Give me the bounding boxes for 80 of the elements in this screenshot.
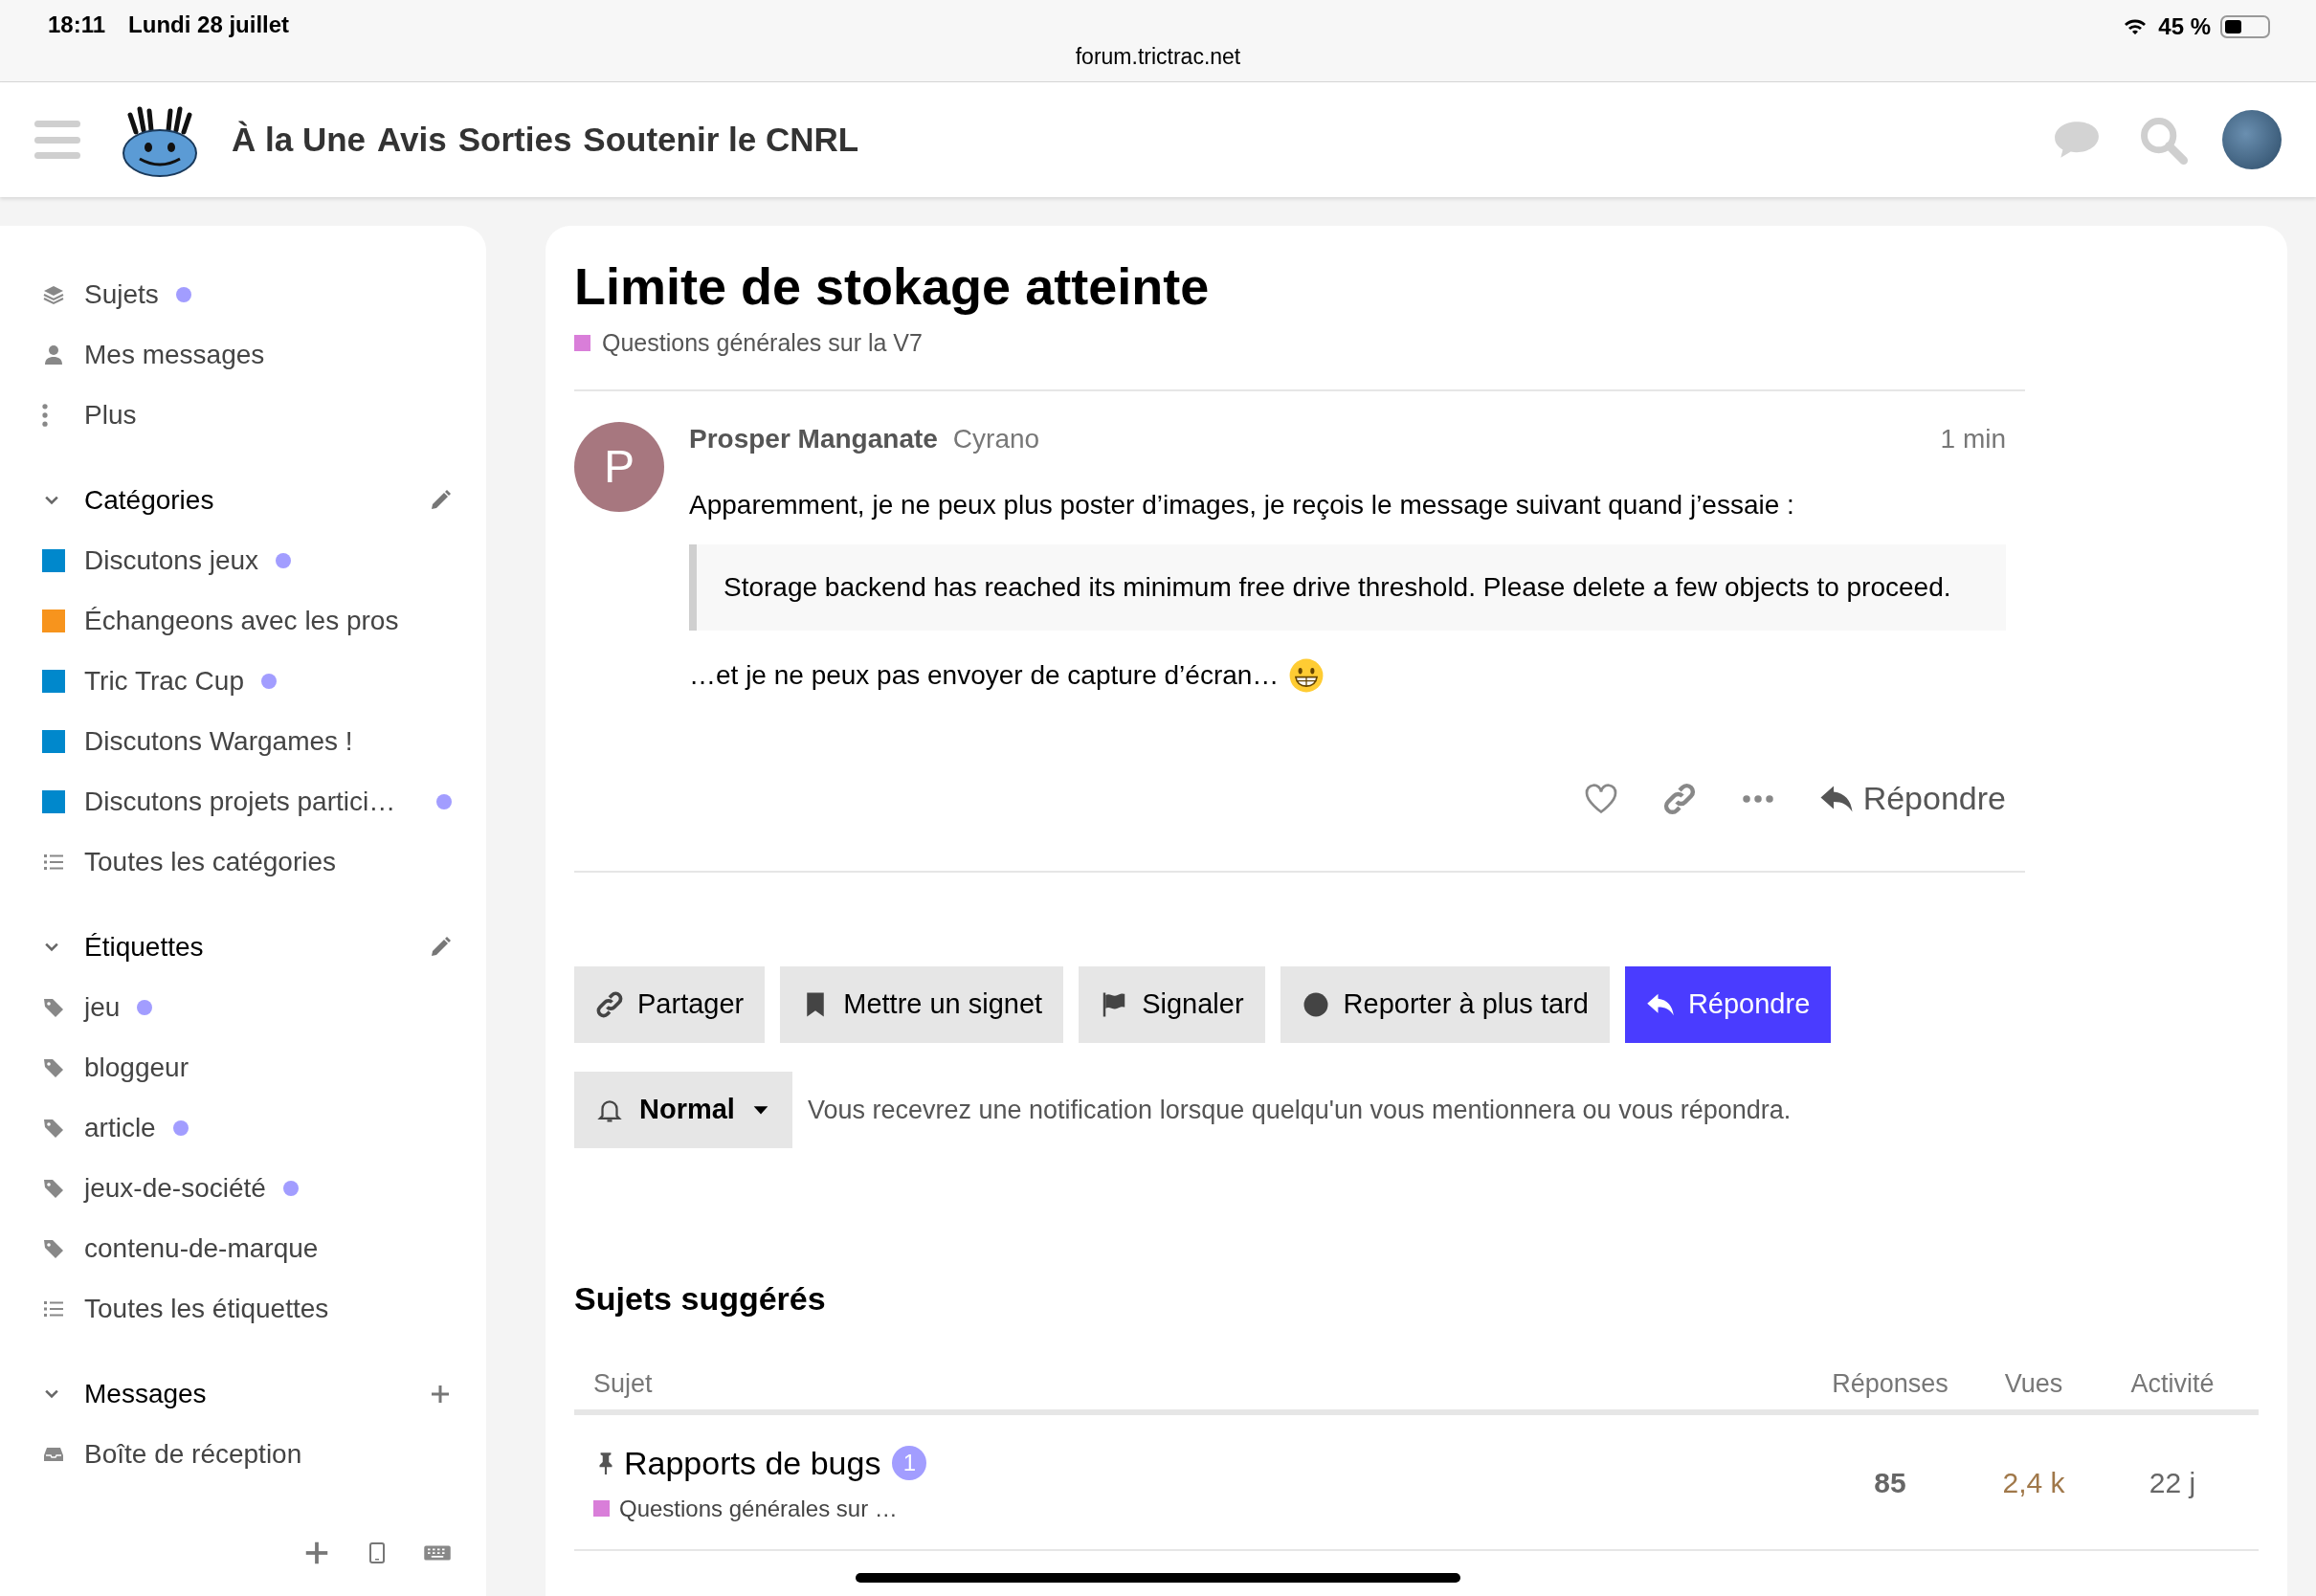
- pencil-icon[interactable]: [429, 488, 452, 512]
- person-icon: [42, 343, 65, 366]
- topic-title: Limite de stokage atteinte: [574, 256, 1211, 317]
- post-text: Apparemment, je ne peux plus poster d’images, je reçois le message suivant quand j’essaie :: [689, 489, 1795, 521]
- category-link[interactable]: Questions générales sur …: [619, 1491, 898, 1526]
- sidebar-item-label: Boîte de réception: [84, 1437, 302, 1471]
- later-button[interactable]: Reporter à plus tard: [1280, 966, 1610, 1043]
- sidebar-item-label: Plus: [84, 398, 137, 432]
- reply-button[interactable]: Répondre: [1624, 966, 1832, 1043]
- sidebar-item[interactable]: Boîte de réception: [0, 1424, 486, 1484]
- sidebar-item-label: contenu-de-marque: [84, 1231, 319, 1265]
- unread-count: 1: [892, 1446, 927, 1480]
- category-link[interactable]: Questions générales sur la V7: [602, 324, 923, 361]
- section-heading: Catégories: [84, 483, 214, 517]
- quote-block: Storage backend has reached its minimum free drive threshold. Please delete a few objects to proceed.: [689, 544, 2006, 631]
- flag-button[interactable]: Signaler: [1079, 966, 1265, 1043]
- sidebar-item-label: Tric Trac Cup: [84, 664, 244, 698]
- nav-link[interactable]: À la Une: [232, 114, 367, 166]
- username[interactable]: Cyrano: [952, 419, 1040, 459]
- replies-count: 85: [1873, 1465, 1907, 1500]
- notification-description: Vous recevrez une notification lorsque quelqu'un vous mentionnera ou vous répondra.: [807, 1094, 1792, 1126]
- views-count: 2,4 k: [2001, 1465, 2066, 1500]
- battery-percent: 45 %: [2158, 12, 2211, 41]
- status-date: Lundi 28 juillet: [128, 11, 290, 39]
- reply-button[interactable]: Répondre: [1818, 774, 2006, 823]
- sidebar-item[interactable]: Mes messages: [0, 324, 486, 385]
- pencil-icon[interactable]: [429, 935, 452, 959]
- post-time: 1 min: [1940, 423, 2006, 455]
- sidebar-item[interactable]: Discutons jeux: [0, 530, 486, 590]
- sidebar-item-label: Mes messages: [84, 338, 265, 371]
- sidebar-item[interactable]: Toutes les catégories: [0, 831, 486, 892]
- sidebar-item-label: article: [84, 1111, 156, 1144]
- sidebar-item-label: Toutes les catégories: [84, 845, 337, 878]
- share-button[interactable]: Partager: [574, 966, 766, 1043]
- notification-level-dropdown[interactable]: Normal: [574, 1072, 792, 1148]
- sidebar-item-label: Discutons jeux: [84, 543, 259, 577]
- status-time: 18:11: [48, 11, 106, 39]
- sidebar-item[interactable]: article: [0, 1097, 486, 1158]
- sidebar-item-label: Toutes les étiquettes: [84, 1292, 329, 1325]
- section-heading: Sujets suggérés: [574, 1279, 827, 1319]
- grinning-emoji-icon: [1288, 657, 1325, 694]
- post-text: …et je ne peux pas envoyer de capture d’écran…: [689, 659, 1280, 692]
- section-heading: Étiquettes: [84, 930, 204, 964]
- heart-icon[interactable]: [1583, 781, 1618, 816]
- sidebar-item-label: Discutons projets partici…: [84, 785, 396, 818]
- sidebar-item[interactable]: Discutons Wargames !: [0, 711, 486, 771]
- address-url: forum.trictrac.net: [1075, 43, 1241, 71]
- battery-icon: [2220, 15, 2270, 38]
- sidebar-item-label: bloggeur: [84, 1051, 189, 1084]
- sidebar-item-label: Échangeons avec les pros: [84, 604, 399, 637]
- sidebar-item[interactable]: Discutons projets partici…: [0, 771, 486, 831]
- column-header[interactable]: Vues: [1962, 1363, 2105, 1404]
- sidebar-item[interactable]: bloggeur: [0, 1037, 486, 1097]
- activity-time[interactable]: 22 j: [2105, 1460, 2239, 1504]
- link-icon: [595, 990, 624, 1019]
- author-name[interactable]: Prosper Manganate: [689, 419, 938, 459]
- bookmark-button[interactable]: Mettre un signet: [780, 966, 1064, 1043]
- sidebar-item[interactable]: jeux-de-société: [0, 1158, 486, 1218]
- sidebar-item[interactable]: jeu: [0, 977, 486, 1037]
- vertical-dots-icon: [42, 403, 48, 427]
- sidebar-item[interactable]: Échangeons avec les pros: [0, 590, 486, 651]
- sidebar-item-label: jeu: [84, 990, 121, 1024]
- sidebar-item[interactable]: Sujets: [0, 264, 486, 324]
- sidebar-item[interactable]: contenu-de-marque: [0, 1218, 486, 1278]
- topic-link[interactable]: Rapports de bugs: [624, 1438, 881, 1488]
- nav-link[interactable]: Avis: [377, 114, 447, 166]
- nav-link[interactable]: Sorties: [457, 114, 572, 166]
- sidebar-item-label: Discutons Wargames !: [84, 724, 353, 758]
- column-header[interactable]: Réponses: [1818, 1363, 1962, 1404]
- sidebar-item-label: jeux-de-société: [84, 1171, 266, 1205]
- section-heading: Messages: [84, 1377, 207, 1410]
- nav-link[interactable]: Soutenir le CNRL: [583, 114, 859, 166]
- link-icon[interactable]: [1661, 781, 1697, 816]
- user-avatar[interactable]: P: [574, 422, 664, 512]
- sidebar-item[interactable]: Toutes les étiquettes: [0, 1278, 486, 1339]
- sidebar-item[interactable]: Tric Trac Cup: [0, 651, 486, 711]
- column-header[interactable]: Sujet: [593, 1363, 1818, 1404]
- sidebar-item[interactable]: Plus: [0, 385, 486, 445]
- sidebar-item-label: Sujets: [84, 277, 159, 311]
- column-header[interactable]: Activité: [2105, 1363, 2239, 1404]
